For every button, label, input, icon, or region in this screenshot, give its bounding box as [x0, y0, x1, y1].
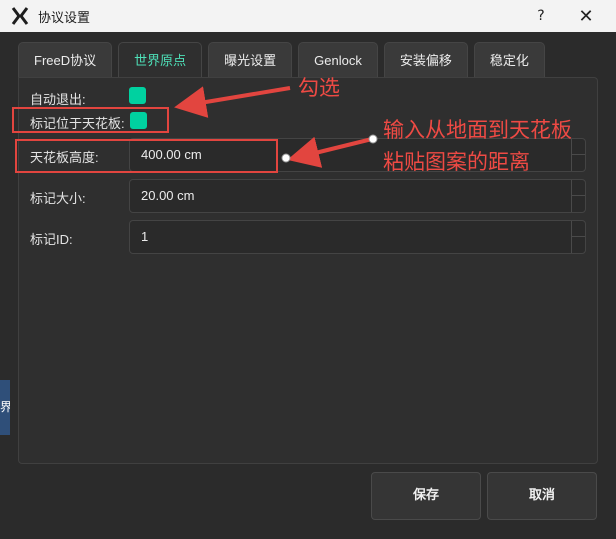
ceiling-height-highlight: [15, 139, 278, 173]
close-button[interactable]: ✕: [563, 0, 609, 32]
cancel-button[interactable]: 取消: [487, 472, 597, 520]
background-window-stub: 界: [0, 380, 10, 435]
ceiling-checkbox-highlight: [12, 107, 169, 133]
marker-id-label: 标记ID:: [30, 232, 73, 247]
annotation-height-note-line2: 粘贴图案的距离: [383, 150, 530, 174]
tab-install-offset[interactable]: 安装偏移: [383, 42, 468, 78]
title-bar: 协议设置 ? ✕: [0, 0, 616, 32]
window-title: 协议设置: [38, 11, 91, 26]
marker-id-input[interactable]: 1: [129, 220, 586, 254]
auto-exit-label: 自动退出:: [30, 92, 86, 107]
help-button[interactable]: ?: [518, 0, 564, 32]
annotation-check-note: 勾选: [298, 76, 340, 100]
marker-id-value: 1: [141, 229, 149, 244]
marker-id-spinner[interactable]: [571, 221, 585, 253]
marker-size-value: 20.00 cm: [141, 188, 195, 203]
tab-world-origin[interactable]: 世界原点: [118, 42, 203, 78]
marker-size-spinner[interactable]: [571, 180, 585, 212]
marker-size-label: 标记大小:: [30, 191, 86, 206]
save-button[interactable]: 保存: [371, 472, 481, 520]
tab-stabilization[interactable]: 稳定化: [473, 42, 545, 78]
tab-genlock[interactable]: Genlock: [298, 42, 378, 78]
x-logo-icon: [11, 7, 29, 25]
tab-freed[interactable]: FreeD协议: [18, 42, 113, 78]
annotation-height-note-line1: 输入从地面到天花板: [383, 118, 572, 142]
tab-bar: FreeD协议 世界原点 曝光设置 Genlock 安装偏移 稳定化: [18, 42, 545, 78]
auto-exit-checkbox[interactable]: [129, 87, 146, 104]
ceiling-height-spinner[interactable]: [571, 139, 585, 171]
tab-exposure[interactable]: 曝光设置: [208, 42, 293, 78]
marker-size-input[interactable]: 20.00 cm: [129, 179, 586, 213]
